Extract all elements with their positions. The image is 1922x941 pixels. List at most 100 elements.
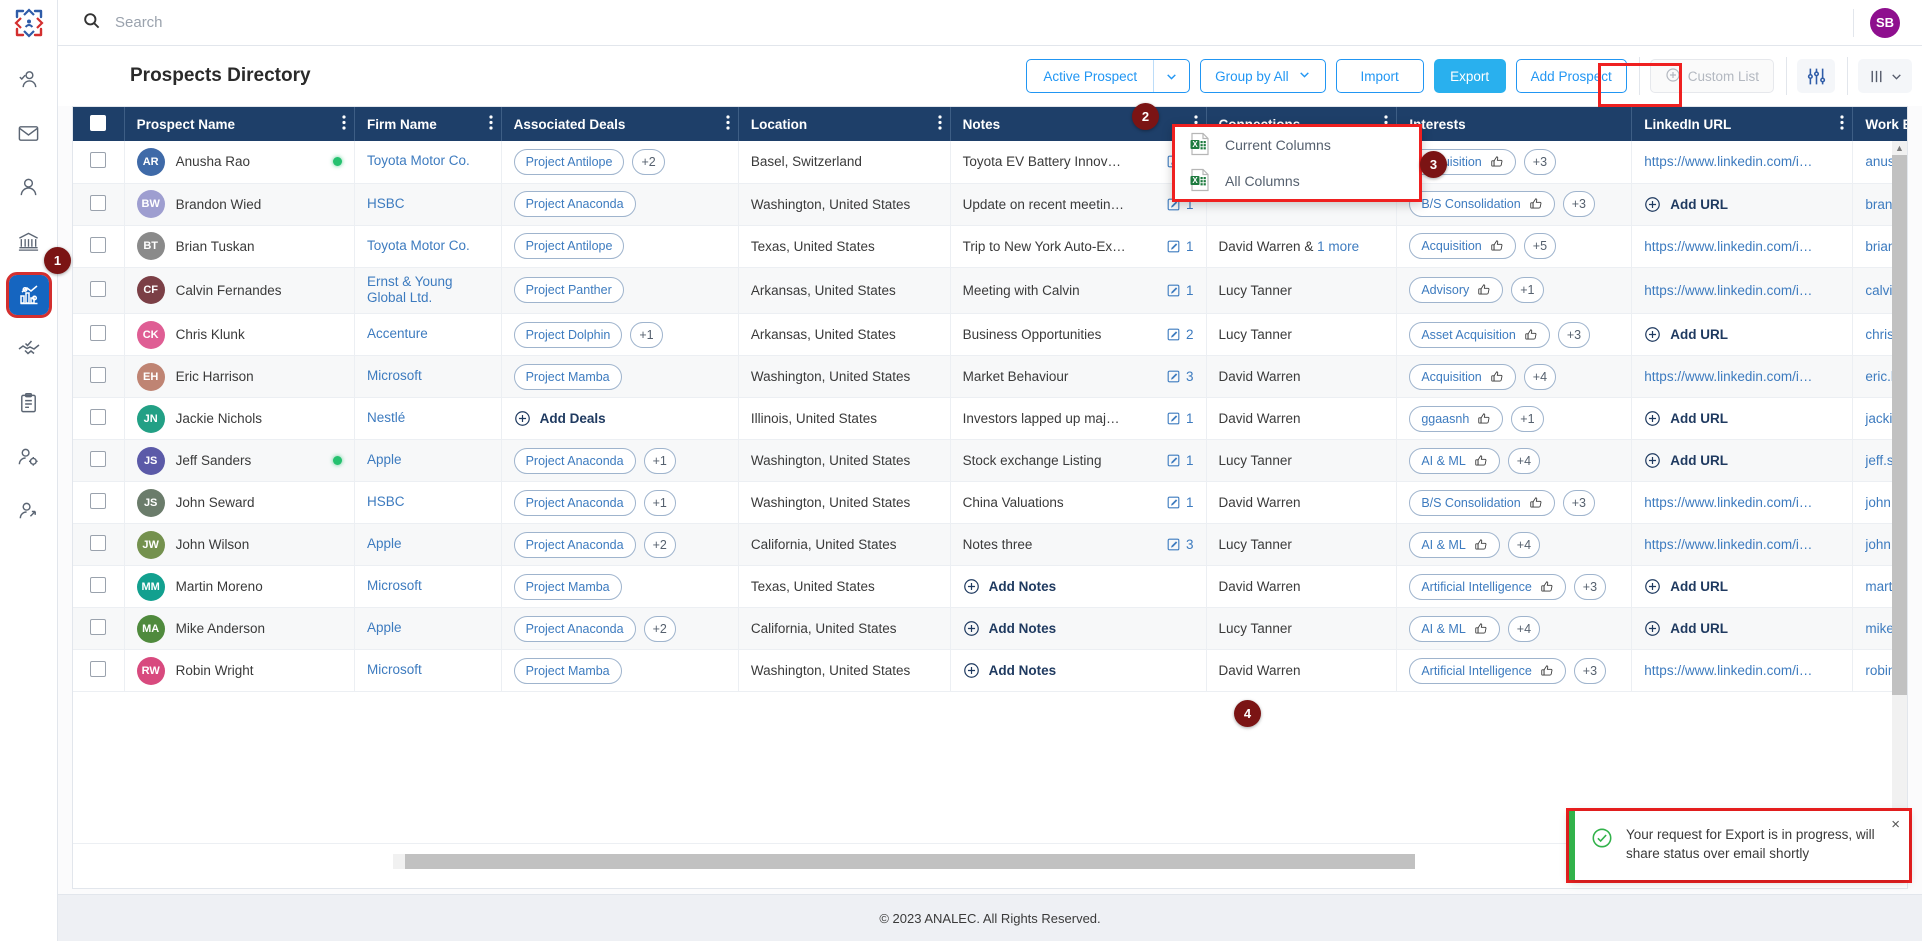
prospect-name[interactable]: Chris Klunk (176, 327, 245, 342)
row-checkbox[interactable] (90, 451, 107, 468)
add-url-button[interactable]: Add URL (1644, 326, 1840, 343)
row-checkbox[interactable] (90, 194, 107, 211)
deal-more-count[interactable]: +2 (643, 615, 676, 642)
firm-name-cell[interactable]: Apple (354, 439, 502, 483)
interest-more-count[interactable]: +4 (1507, 447, 1541, 474)
prospect-name[interactable]: Martin Moreno (176, 579, 263, 594)
row-select-cell[interactable] (73, 225, 125, 268)
table-row[interactable]: CK Chris Klunk Accenture Project Dolphin +1 A… (73, 313, 1907, 357)
firm-name-link[interactable]: Nestlé (367, 410, 405, 425)
connection-name[interactable]: David Warren (1219, 663, 1301, 678)
add-url-button[interactable]: Add URL (1644, 452, 1840, 469)
associated-deals-cell[interactable]: Project Mamba (501, 565, 739, 609)
interest-more-count[interactable]: +3 (1573, 657, 1607, 684)
interest-more-count[interactable]: +3 (1562, 191, 1595, 217)
deal-more-count[interactable]: +2 (643, 531, 676, 558)
interests-cell[interactable]: AI & ML +4 (1396, 523, 1633, 567)
table-row[interactable]: BT Brian Tuskan Toyota Motor Co. Project An… (73, 225, 1907, 268)
interests-cell[interactable]: Acquisition +5 (1396, 225, 1633, 268)
associated-deals-cell[interactable]: Project Anaconda (501, 183, 739, 226)
scroll-up-arrow[interactable]: ▲ (1892, 141, 1907, 155)
connection-name[interactable]: David Warren (1219, 411, 1301, 426)
connections-cell[interactable]: Lucy Tanner (1206, 313, 1398, 357)
firm-name-link[interactable]: HSBC (367, 494, 405, 509)
associated-deals-cell[interactable]: Project Anaconda +2 (501, 607, 739, 651)
note-text[interactable]: Toyota EV Battery Innov… (963, 154, 1121, 169)
notes-cell[interactable]: Add Notes (950, 649, 1207, 693)
interest-more-count[interactable]: +4 (1507, 531, 1541, 558)
deal-pill[interactable]: Project Panther (513, 277, 624, 304)
prospect-name[interactable]: Mike Anderson (176, 621, 265, 636)
horizontal-scroll-thumb[interactable] (405, 854, 1415, 869)
col-header-work-email[interactable]: Work Email (1852, 107, 1907, 141)
row-select-cell[interactable] (73, 183, 125, 226)
interests-cell[interactable]: Asset Acquisition +3 (1396, 313, 1633, 357)
note-count[interactable]: 1 (1166, 239, 1194, 254)
note-count[interactable]: 2 (1166, 327, 1194, 342)
firm-name-link[interactable]: HSBC (367, 196, 405, 211)
firm-name-cell[interactable]: Ernst & Young Global Ltd. (354, 267, 502, 315)
connections-cell[interactable]: Lucy Tanner (1206, 267, 1398, 315)
interests-cell[interactable]: Artificial Intelligence +3 (1396, 649, 1633, 693)
sidebar-item-tasks[interactable] (9, 383, 49, 423)
associated-deals-cell[interactable]: Project Antilope +2 (501, 141, 739, 184)
prospect-name-cell[interactable]: CK Chris Klunk (124, 313, 356, 357)
interest-more-count[interactable]: +5 (1523, 233, 1557, 259)
row-checkbox[interactable] (90, 409, 107, 426)
select-all-checkbox[interactable] (90, 114, 107, 131)
linkedin-url-cell[interactable]: Add URL (1631, 439, 1854, 483)
linkedin-url-cell[interactable]: Add URL (1631, 565, 1854, 609)
search-input[interactable] (115, 14, 715, 31)
connections-cell[interactable]: David Warren & 1 more (1206, 225, 1398, 268)
firm-name-link[interactable]: Toyota Motor Co. (367, 153, 470, 168)
note-text[interactable]: Notes three (963, 537, 1033, 552)
sliders-icon[interactable] (1797, 59, 1835, 93)
deal-more-count[interactable]: +2 (632, 148, 665, 175)
col-header-firm-name[interactable]: Firm Name (354, 107, 502, 141)
col-header-linkedin-url[interactable]: LinkedIn URL (1631, 107, 1854, 141)
analec-logo[interactable] (0, 0, 58, 46)
add-prospect-button[interactable]: Add Prospect (1515, 59, 1627, 93)
associated-deals-cell[interactable]: Project Mamba (501, 355, 739, 399)
note-count[interactable]: 1 (1166, 495, 1194, 510)
deal-pill[interactable]: Project Mamba (513, 363, 622, 390)
sidebar-item-institutions[interactable] (9, 221, 49, 261)
note-text[interactable]: China Valuations (963, 495, 1064, 510)
connection-name[interactable]: David Warren (1219, 239, 1301, 254)
firm-name-cell[interactable]: HSBC (354, 183, 502, 226)
connection-name[interactable]: Lucy Tanner (1219, 453, 1292, 468)
add-url-button[interactable]: Add URL (1644, 196, 1840, 213)
interest-pill[interactable]: Asset Acquisition (1409, 321, 1550, 348)
linkedin-url-cell[interactable]: https://www.linkedin.com/i… (1631, 481, 1854, 525)
prospect-name[interactable]: Anusha Rao (176, 154, 250, 169)
firm-name-cell[interactable]: HSBC (354, 481, 502, 525)
linkedin-url-link[interactable]: https://www.linkedin.com/i… (1644, 495, 1812, 510)
associated-deals-cell[interactable]: Project Dolphin +1 (501, 313, 739, 357)
notes-cell[interactable]: Business Opportunities 2 (950, 313, 1207, 357)
interests-cell[interactable]: B/S Consolidation +3 (1396, 481, 1633, 525)
associated-deals-cell[interactable]: Project Panther (501, 267, 739, 315)
notes-cell[interactable]: Add Notes (950, 565, 1207, 609)
row-checkbox[interactable] (90, 236, 107, 253)
linkedin-url-cell[interactable]: https://www.linkedin.com/i… (1631, 225, 1854, 268)
notes-cell[interactable]: Investors lapped up maj… 1 (950, 397, 1207, 441)
sidebar-item-mail[interactable] (9, 113, 49, 153)
notes-cell[interactable]: Update on recent meetin… 1 (950, 183, 1207, 226)
interest-pill[interactable]: B/S Consolidation (1409, 191, 1555, 217)
connection-name[interactable]: Lucy Tanner (1219, 621, 1292, 636)
kebab-menu-icon[interactable] (342, 115, 346, 134)
connection-name[interactable]: David Warren (1219, 495, 1301, 510)
prospect-name[interactable]: Robin Wright (176, 663, 254, 678)
row-checkbox[interactable] (90, 535, 107, 552)
notes-cell[interactable]: Trip to New York Auto-Ex… 1 (950, 225, 1207, 268)
interests-cell[interactable]: B/S Consolidation +3 (1396, 183, 1633, 226)
notes-cell[interactable]: Stock exchange Listing 1 (950, 439, 1207, 483)
associated-deals-cell[interactable]: Add Deals (501, 397, 739, 441)
deal-pill[interactable]: Project Anaconda (513, 615, 636, 642)
note-text[interactable]: Business Opportunities (963, 327, 1102, 342)
interest-more-count[interactable]: +3 (1557, 321, 1591, 348)
col-header-interests[interactable]: Interests (1396, 107, 1633, 141)
linkedin-url-cell[interactable]: https://www.linkedin.com/i… (1631, 141, 1854, 184)
firm-name-link[interactable]: Microsoft (367, 578, 422, 593)
connections-cell[interactable]: David Warren (1206, 355, 1398, 399)
